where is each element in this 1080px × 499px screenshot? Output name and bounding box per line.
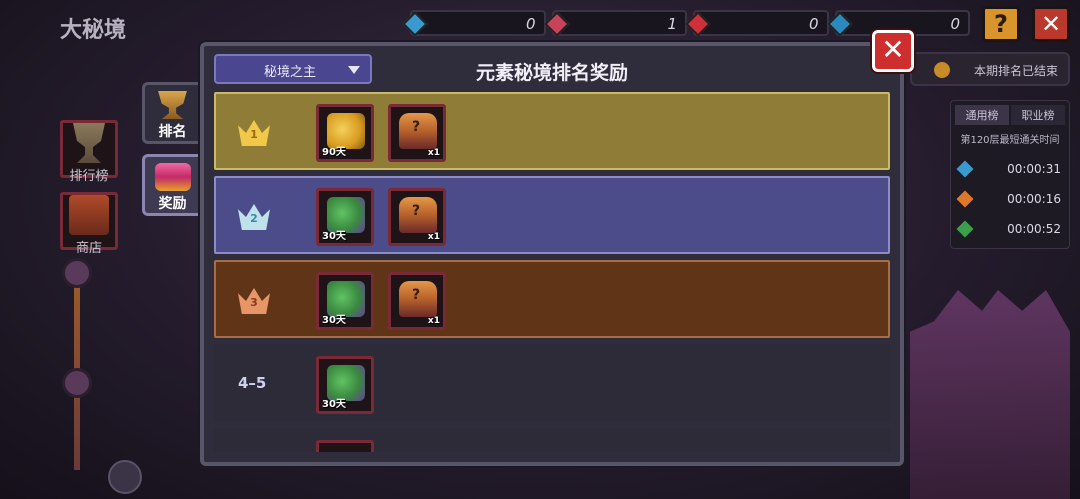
blue-gem-icon (826, 11, 853, 37)
rank-number: 1 (250, 128, 258, 141)
resource-counter: 0 (402, 10, 546, 37)
red-gem-icon (685, 11, 711, 37)
nav-label: 排行榜 (69, 169, 109, 184)
reward-item[interactable]: 30天 (316, 272, 374, 330)
reward-item[interactable]: 90天 (316, 104, 374, 162)
page-title: 大秘境 (60, 18, 127, 43)
location-pin-icon[interactable] (108, 460, 142, 494)
tab-general[interactable]: 通用榜 (955, 105, 1009, 125)
nav-label: 商店 (75, 241, 102, 256)
reward-row (214, 428, 890, 452)
reward-item[interactable]: x1 (388, 104, 446, 162)
help-button[interactable]: ? (982, 6, 1020, 42)
ranking-sidebar: 本期排名已结束 通用榜 职业榜 第120层最短通关时间 00:00:31 00:… (910, 52, 1070, 249)
clear-time-row: 00:00:52 (955, 214, 1065, 244)
reward-item[interactable]: 30天 (316, 356, 374, 414)
resource-counter: 0 (685, 10, 829, 37)
reward-row: 3 30天 x1 (214, 260, 890, 338)
resource-value: 0 (525, 15, 536, 33)
mystery-chest-icon (399, 197, 437, 233)
trophy-icon (158, 91, 187, 119)
close-page-button[interactable]: ✕ (1032, 6, 1070, 42)
rank-number: 2 (250, 212, 258, 225)
clear-time: 00:00:52 (1007, 222, 1061, 236)
reward-item[interactable]: x1 (388, 272, 446, 330)
tab-rewards[interactable]: 奖励 (142, 154, 200, 216)
tab-label: 排名 (158, 124, 187, 140)
red-gem-icon (543, 11, 570, 37)
tab-class[interactable]: 职业榜 (1011, 105, 1065, 125)
shop-icon (69, 195, 109, 235)
reward-row: 4–5 30天 (214, 344, 890, 422)
rank-range: 4–5 (238, 374, 267, 392)
season-status-bar: 本期排名已结束 (910, 52, 1070, 86)
duration-label: 90天 (322, 147, 346, 158)
fastest-clear-panel: 通用榜 职业榜 第120层最短通关时间 00:00:31 00:00:16 00… (950, 100, 1070, 249)
blue-gem-icon (402, 11, 428, 37)
quantity-label: x1 (427, 148, 440, 158)
resource-value: 1 (667, 15, 677, 33)
mystery-chest-icon (399, 113, 437, 149)
rank-number: 3 (250, 296, 258, 309)
clear-time-row: 00:00:16 (955, 184, 1065, 214)
map-node[interactable] (62, 368, 92, 398)
clear-time: 00:00:16 (1007, 192, 1061, 206)
resource-value: 0 (808, 15, 819, 33)
season-status-text: 本期排名已结束 (973, 64, 1058, 78)
fire-icon (956, 190, 974, 208)
modal-title: 元素秘境排名奖励 (475, 62, 628, 84)
reward-item[interactable] (316, 440, 374, 452)
reward-list[interactable]: 1 90天 x1 2 30天 (214, 92, 890, 452)
side-nav: 排行榜 商店 (60, 120, 118, 264)
tab-ranking[interactable]: 排名 (142, 82, 200, 144)
tab-label: 奖励 (158, 196, 187, 212)
panel-caption: 第120层最短通关时间 (960, 135, 1060, 146)
reward-item[interactable]: 30天 (316, 188, 374, 246)
rank-rewards-modal: 秘境之主 元素秘境排名奖励 ✕ 1 90天 x1 2 (200, 30, 914, 466)
map-node[interactable] (62, 258, 92, 288)
reward-row: 1 90天 x1 (214, 92, 890, 170)
quantity-label: x1 (427, 316, 440, 326)
quantity-label: x1 (427, 232, 440, 242)
modal-side-tabs: 排名 奖励 (142, 82, 200, 226)
chest-icon (154, 163, 191, 191)
nav-shop[interactable]: 商店 (60, 192, 118, 256)
resource-value: 0 (950, 15, 960, 33)
duration-label: 30天 (322, 231, 346, 242)
duration-label: 30天 (322, 315, 346, 326)
close-modal-button[interactable]: ✕ (872, 30, 914, 72)
blue-crystal-icon (956, 160, 974, 178)
nav-leaderboard[interactable]: 排行榜 (60, 120, 118, 184)
duration-label: 30天 (322, 399, 346, 410)
mystery-chest-icon (399, 281, 437, 317)
reward-item[interactable]: x1 (388, 188, 446, 246)
clear-time: 00:00:31 (1007, 162, 1061, 176)
coin-icon (934, 62, 950, 78)
reward-row: 2 30天 x1 (214, 176, 890, 254)
clear-time-row: 00:00:31 (955, 154, 1065, 184)
trophy-icon (73, 123, 105, 163)
silver-crown-icon: 2 (238, 204, 270, 230)
bronze-crown-icon: 3 (238, 288, 270, 314)
gold-crown-icon: 1 (238, 120, 270, 146)
resource-counter: 1 (543, 10, 687, 37)
green-crystal-icon (956, 220, 974, 238)
throne-character-art (910, 290, 1070, 499)
